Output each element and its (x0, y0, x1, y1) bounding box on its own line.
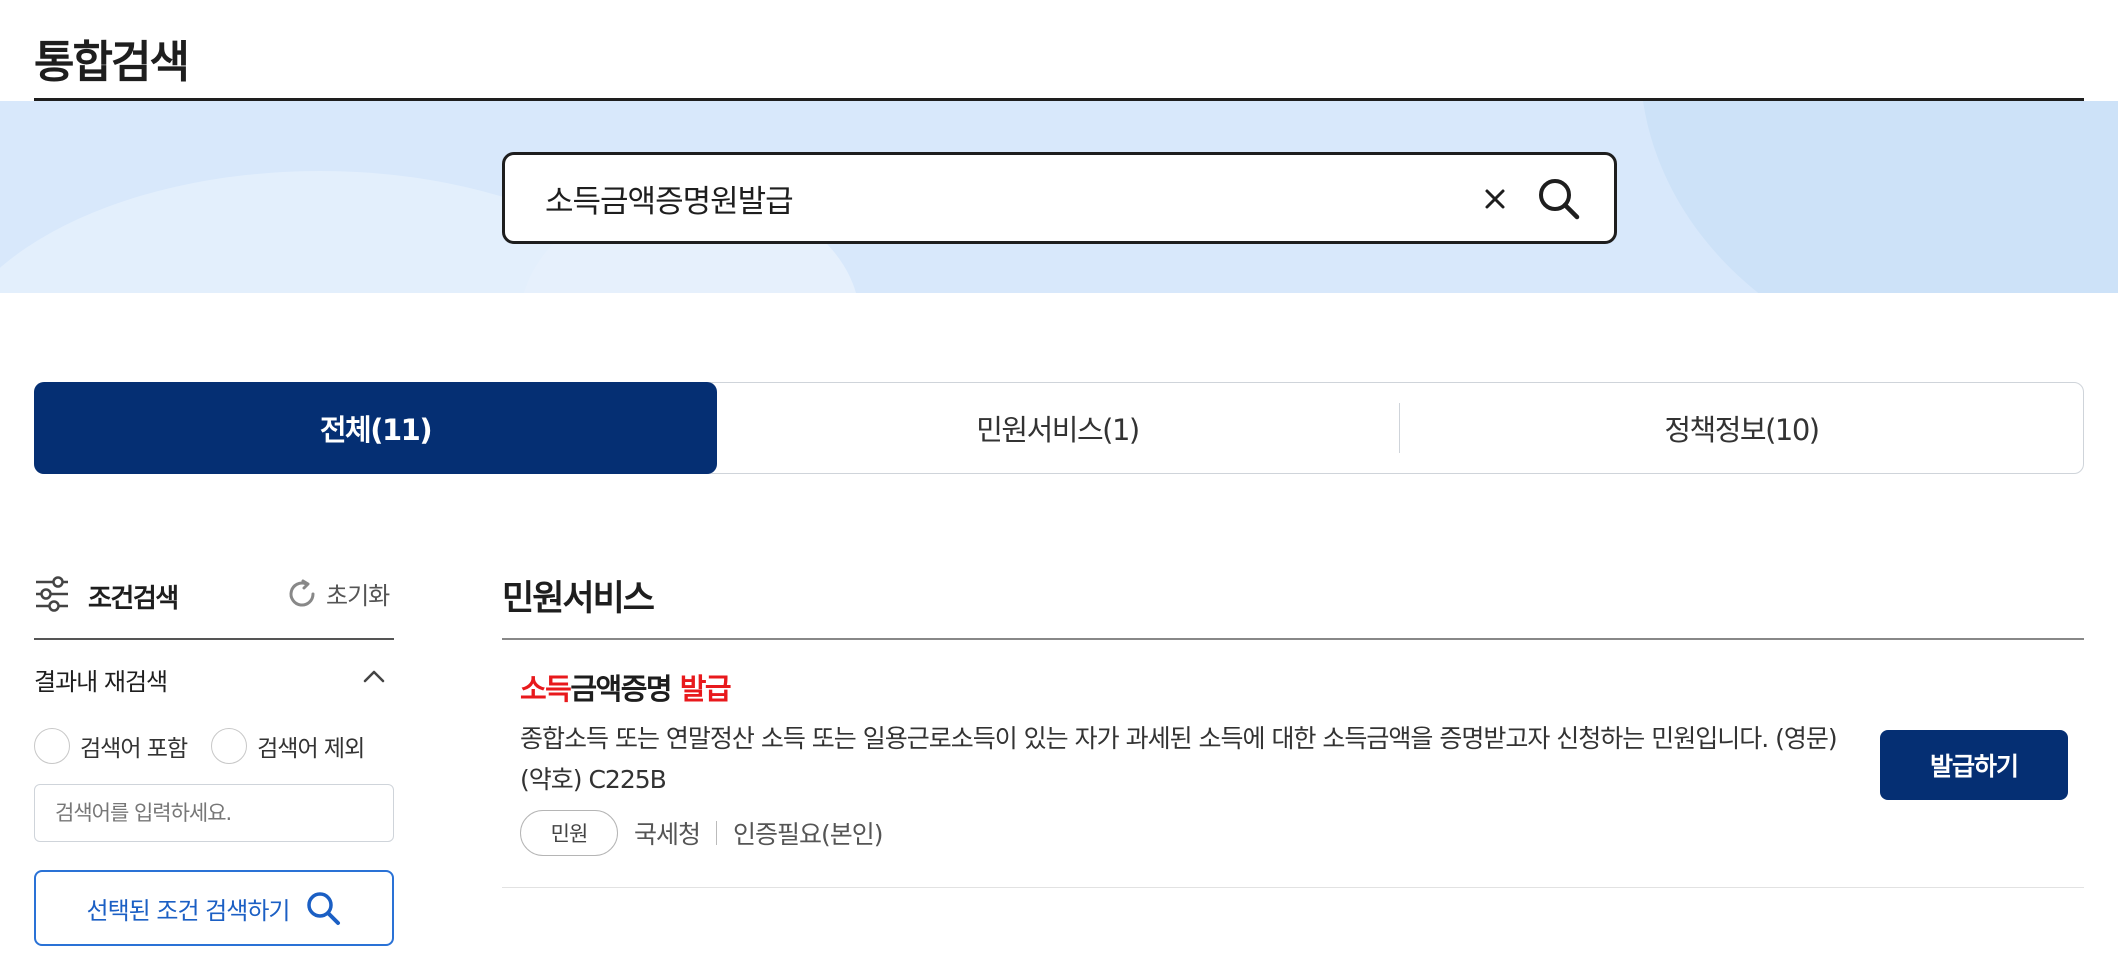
reset-button[interactable]: 초기화 (286, 576, 390, 611)
refine-search-label: 결과내 재검색 (34, 668, 168, 696)
result-tabs: 전체(11) 민원서비스(1) 정책정보(10) (34, 382, 2084, 474)
search-input[interactable] (545, 173, 1445, 223)
radio-circle (34, 728, 70, 764)
category-badge: 민원 (520, 810, 618, 856)
title-highlight: 발급 (679, 672, 732, 706)
result-meta: 민원 국세청 인증필요(본인) (520, 810, 884, 856)
result-title[interactable]: 소득금액증명 발급 (520, 666, 732, 708)
close-icon (1485, 189, 1505, 209)
title-highlight: 소득 (520, 672, 572, 706)
reset-label: 초기화 (326, 582, 390, 610)
page-title: 통합검색 (34, 37, 190, 88)
section-title: 민원서비스 (502, 579, 655, 619)
keyword-mode-options: 검색어 포함 검색어 제외 (34, 728, 365, 764)
agency-name: 국세청 (634, 820, 701, 849)
apply-filter-label: 선택된 조건 검색하기 (86, 896, 291, 925)
include-keyword-radio[interactable]: 검색어 포함 (34, 728, 188, 764)
hero-decoration (1640, 101, 2118, 293)
radio-circle (211, 728, 248, 764)
refine-search-toggle[interactable]: 결과내 재검색 (34, 662, 394, 696)
search-box (502, 152, 1617, 244)
tab-all[interactable]: 전체(11) (34, 382, 717, 474)
tab-civil-service[interactable]: 민원서비스(1) (716, 383, 1399, 473)
search-button[interactable] (1529, 169, 1589, 229)
search-icon (1539, 179, 1580, 220)
include-keyword-label: 검색어 포함 (80, 736, 188, 762)
filter-title: 조건검색 (88, 584, 179, 614)
result-item: 소득금액증명 발급 종합소득 또는 연말정산 소득 또는 일용근로소득이 있는 … (502, 640, 2084, 888)
title-text: 금액증명 (570, 672, 680, 706)
exclude-keyword-radio[interactable]: 검색어 제외 (211, 728, 365, 764)
auth-requirement: 인증필요(본인) (733, 820, 884, 849)
apply-filter-button[interactable]: 선택된 조건 검색하기 (34, 870, 394, 946)
meta-divider (716, 821, 718, 845)
chevron-up-icon (363, 670, 385, 683)
filter-header: 조건검색 초기화 (34, 574, 394, 616)
clear-search-button[interactable] (1473, 177, 1517, 221)
refresh-icon (289, 579, 315, 606)
filter-sliders-icon (36, 576, 68, 612)
filter-divider (34, 638, 394, 640)
exclude-keyword-label: 검색어 제외 (257, 736, 365, 762)
tab-policy-info[interactable]: 정책정보(10) (1400, 383, 2083, 473)
issue-button[interactable]: 발급하기 (1880, 730, 2068, 800)
result-description: 종합소득 또는 연말정산 소득 또는 일용근로소득이 있는 자가 과세된 소득에… (520, 724, 1838, 794)
refine-keyword-input[interactable] (34, 784, 394, 842)
search-icon (307, 892, 341, 925)
